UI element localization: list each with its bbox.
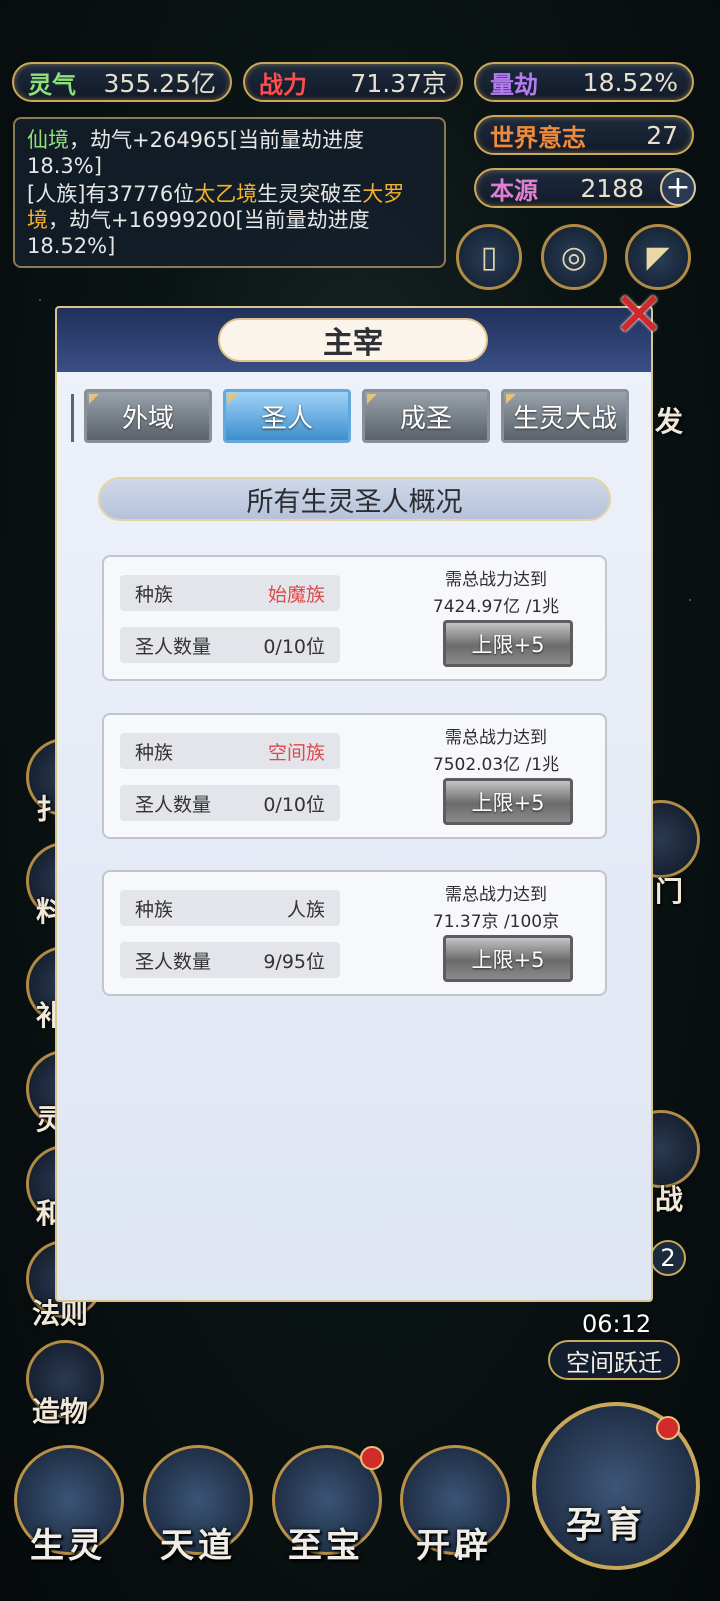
- side-right-label-3: 战: [655, 1183, 684, 1216]
- race-field: 种族 空间族: [120, 733, 340, 769]
- log-text-2c: 生灵突破至: [257, 182, 363, 206]
- close-icon: ✕: [613, 278, 665, 351]
- log-realm-xianjing: 仙境: [27, 128, 69, 152]
- benyuan-label: 本源: [490, 176, 538, 205]
- race-name: 人族: [286, 898, 325, 921]
- requirement: 需总战力达到 7424.97亿 /1兆: [401, 567, 591, 621]
- dialog-title: 主宰: [218, 318, 488, 362]
- log-text-2a: [人族]有37776位: [27, 182, 195, 206]
- race-field: 种族 人族: [120, 890, 340, 926]
- shijie-yizhi-value: 27: [646, 120, 678, 150]
- saint-count-value: 0/10位: [263, 635, 325, 658]
- tab-corner-mark: [367, 394, 377, 404]
- requirement-label: 需总战力达到: [445, 570, 547, 590]
- race-field-label: 种族: [135, 898, 174, 921]
- tab-chengsheng-label: 成圣: [399, 403, 452, 434]
- side-right-badge: 2: [650, 1240, 686, 1276]
- saint-count-value: 0/10位: [263, 793, 325, 816]
- section-title: 所有生灵圣人概况: [98, 477, 611, 521]
- tab-waiyu-label: 外域: [121, 403, 174, 434]
- tab-shengling-dazhan[interactable]: 生灵大战: [501, 389, 629, 443]
- saint-count-label: 圣人数量: [135, 793, 212, 816]
- liangjie-label: 量劫: [490, 70, 538, 99]
- cap-plus-five-label: 上限+5: [471, 790, 545, 815]
- race-card: 种族 人族 圣人数量 9/95位 需总战力达到 71.37京 /100京 上限+…: [102, 870, 607, 996]
- log-text-1: ，劫气+264965[当前量劫进度18.3%]: [27, 128, 364, 178]
- cap-plus-five-label: 上限+5: [471, 947, 545, 972]
- tab-shengren-label: 圣人: [260, 403, 313, 434]
- event-log: 仙境，劫气+264965[当前量劫进度18.3%] [人族]有37776位太乙境…: [13, 117, 446, 268]
- race-card: 种族 空间族 圣人数量 0/10位 需总战力达到 7502.03亿 /1兆 上限…: [102, 713, 607, 839]
- close-dialog-button[interactable]: ✕: [609, 284, 669, 346]
- race-name: 空间族: [267, 741, 325, 764]
- nav-tiandao-label: 天道: [160, 1526, 236, 1566]
- card-button[interactable]: ▯: [456, 224, 522, 290]
- nav-kaipi-label: 开辟: [416, 1526, 492, 1566]
- requirement: 需总战力达到 7502.03亿 /1兆: [401, 725, 591, 779]
- nav-yunyu-label: 孕育: [566, 1505, 647, 1546]
- tab-shengling-dazhan-label: 生灵大战: [512, 403, 617, 434]
- shijie-yizhi-pill: 世界意志 27: [474, 115, 694, 155]
- race-field-label: 种族: [135, 583, 174, 606]
- zhanli-value: 71.37京: [350, 69, 447, 98]
- cap-plus-five-label: 上限+5: [471, 632, 545, 657]
- lingqi-label: 灵气: [28, 70, 76, 99]
- race-name: 始魔族: [267, 583, 325, 606]
- tab-chengsheng[interactable]: 成圣: [362, 389, 490, 443]
- cap-plus-five-button[interactable]: 上限+5: [443, 935, 573, 982]
- plus-icon: +: [665, 170, 691, 205]
- tab-corner-mark: [506, 394, 516, 404]
- saint-count-label: 圣人数量: [135, 635, 212, 658]
- requirement-value: 71.37京 /100京: [432, 912, 560, 932]
- log-realm-taiyi: 太乙境: [194, 182, 258, 206]
- tab-waiyu[interactable]: 外域: [84, 389, 212, 443]
- nav-shengling-label: 生灵: [30, 1526, 106, 1566]
- log-text-2e: ，劫气+16999200[当前量劫进度18.52%]: [27, 208, 370, 258]
- tab-separator: [71, 394, 74, 442]
- requirement: 需总战力达到 71.37京 /100京: [401, 882, 591, 936]
- portal-button[interactable]: ◎: [541, 224, 607, 290]
- cap-plus-five-button[interactable]: 上限+5: [443, 620, 573, 667]
- lingqi-pill: 灵气 355.25亿: [12, 62, 232, 102]
- saint-count-field: 圣人数量 9/95位: [120, 942, 340, 978]
- saint-count-field: 圣人数量 0/10位: [120, 627, 340, 663]
- cap-plus-five-button[interactable]: 上限+5: [443, 778, 573, 825]
- zhanli-label: 战力: [259, 70, 307, 99]
- tab-shengren[interactable]: 圣人: [223, 389, 351, 443]
- saint-count-label: 圣人数量: [135, 950, 212, 973]
- lingqi-value: 355.25亿: [103, 69, 216, 98]
- requirement-value: 7424.97亿 /1兆: [432, 597, 560, 617]
- requirement-value: 7502.03亿 /1兆: [432, 755, 560, 775]
- zao-wu-label: 造物: [32, 1395, 89, 1428]
- saint-count-field: 圣人数量 0/10位: [120, 785, 340, 821]
- notification-dot: [656, 1416, 680, 1440]
- tab-corner-mark: [228, 394, 238, 404]
- requirement-label: 需总战力达到: [445, 885, 547, 905]
- side-right-label-2: 门: [655, 875, 684, 908]
- space-jump-timer: 06:12: [582, 1310, 652, 1338]
- notification-dot: [360, 1446, 384, 1470]
- shijie-yizhi-label: 世界意志: [490, 123, 586, 152]
- saint-count-value: 9/95位: [263, 950, 325, 973]
- zhuzai-dialog: 主宰 外域 圣人 成圣 生灵大战 所有生灵圣人概况 种族 始魔族 圣人数量 0/…: [55, 306, 653, 1302]
- liangjie-value: 18.52%: [582, 67, 678, 97]
- tab-corner-mark: [89, 394, 99, 404]
- scroll-icon: ◤: [646, 239, 670, 275]
- benyuan-value: 2188: [580, 173, 644, 203]
- nav-zhibao-label: 至宝: [288, 1526, 364, 1566]
- add-benyuan-button[interactable]: +: [660, 170, 696, 206]
- liangjie-pill: 量劫 18.52%: [474, 62, 694, 102]
- space-jump-button[interactable]: 空间跃迁: [548, 1340, 680, 1380]
- card-icon: ▯: [480, 239, 498, 275]
- race-field: 种族 始魔族: [120, 575, 340, 611]
- requirement-label: 需总战力达到: [445, 728, 547, 748]
- vortex-icon: ◎: [560, 239, 588, 275]
- space-jump-label: 空间跃迁: [566, 1348, 662, 1377]
- race-card: 种族 始魔族 圣人数量 0/10位 需总战力达到 7424.97亿 /1兆 上限…: [102, 555, 607, 681]
- side-right-label-1: 发: [655, 405, 684, 438]
- zhanli-pill: 战力 71.37京: [243, 62, 463, 102]
- race-field-label: 种族: [135, 741, 174, 764]
